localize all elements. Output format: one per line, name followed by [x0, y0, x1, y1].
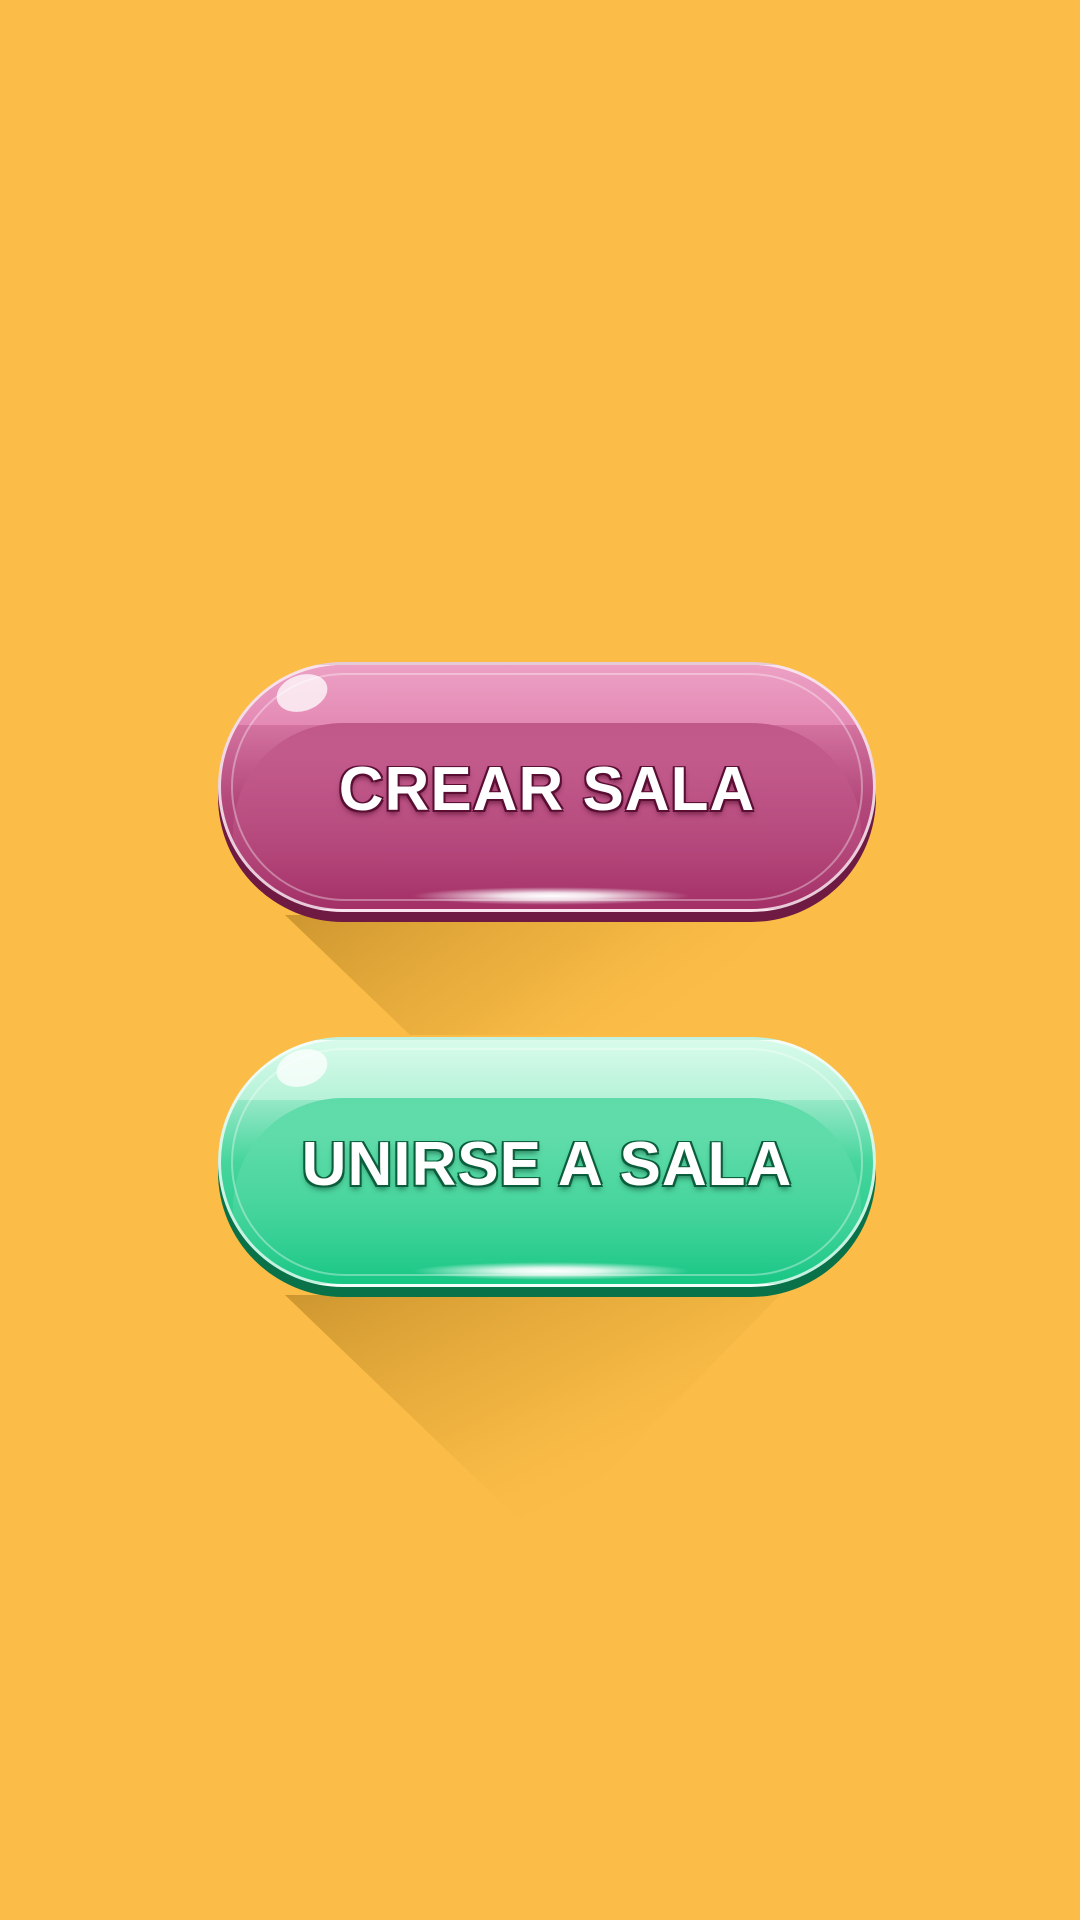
create-room-button-face: CREAR SALA [218, 662, 876, 912]
join-room-button-face: UNIRSE A SALA [218, 1037, 876, 1287]
create-room-label: CREAR SALA [338, 755, 756, 824]
join-room-label: UNIRSE A SALA [301, 1130, 793, 1199]
menu-screen: CREAR SALA UNIRSE A SALA [0, 0, 1080, 1920]
join-room-button[interactable]: UNIRSE A SALA [218, 1037, 876, 1297]
create-room-long-shadow [285, 915, 780, 1540]
create-room-button[interactable]: CREAR SALA [218, 662, 876, 922]
